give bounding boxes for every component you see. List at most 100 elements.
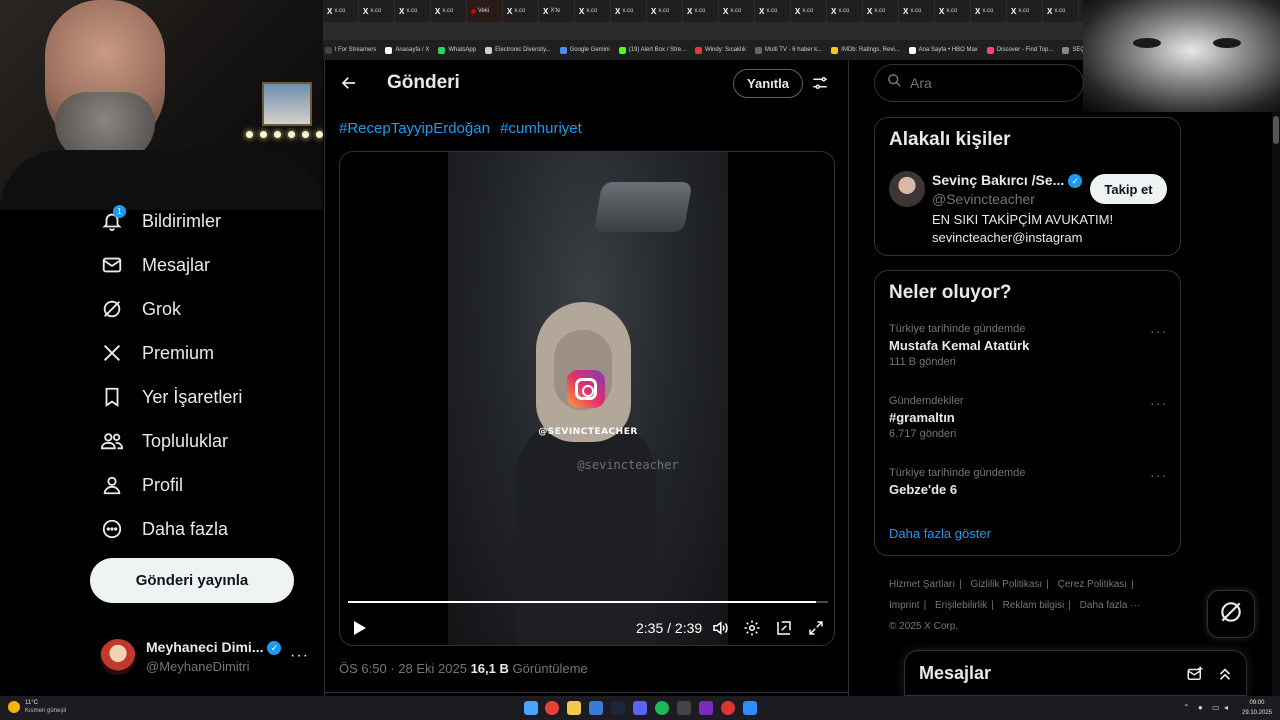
bookmark-item[interactable]: SEÇİM S <box>1062 46 1083 54</box>
weather-widget[interactable]: 11°C Kısmen güneşli <box>8 699 88 717</box>
browser-tab[interactable]: Xx.co <box>899 0 935 22</box>
browser-tab[interactable]: Xx.co <box>647 0 683 22</box>
browser-tab[interactable]: Xx.co <box>503 0 539 22</box>
bookmark-item[interactable]: (19) Alert Box / Stre... <box>618 46 686 54</box>
bookmark-item[interactable]: Multi TV - 6 haber k... <box>755 46 822 54</box>
more-dots-icon[interactable]: ··· <box>1150 395 1167 411</box>
fullscreen-icon[interactable] <box>806 618 826 638</box>
bookmark-item[interactable]: l For Streamers <box>325 46 376 54</box>
post-date[interactable]: 28 Eki 2025 <box>398 661 467 676</box>
steam-icon[interactable] <box>611 701 625 715</box>
browser-tab[interactable]: Xx.co <box>827 0 863 22</box>
hashtag-link[interactable]: #RecepTayyipErdoğan <box>339 120 490 137</box>
avatar[interactable] <box>889 171 925 207</box>
bookmark-item[interactable]: Windy: Sıcaklık <box>695 46 746 54</box>
bookmark-item[interactable]: Discover - Find Top... <box>986 46 1053 54</box>
browser-tab[interactable]: Xx.co <box>971 0 1007 22</box>
post-button[interactable]: Gönderi yayınla <box>90 558 294 603</box>
more-dots-icon[interactable]: ··· <box>290 647 309 665</box>
app-icon[interactable] <box>721 701 735 715</box>
follow-button[interactable]: Takip et <box>1090 174 1167 204</box>
video-progress-bar[interactable] <box>348 601 828 603</box>
browser-tab[interactable]: Xx.co <box>395 0 431 22</box>
nav-communities[interactable]: Topluluklar <box>100 427 228 455</box>
footer-link[interactable]: Imprint <box>889 600 920 611</box>
search-input[interactable] <box>910 75 1070 91</box>
app-icon[interactable] <box>589 701 603 715</box>
show-more-link[interactable]: Daha fazla göster <box>889 526 991 541</box>
footer-link[interactable]: Erişilebilirlik <box>935 600 987 611</box>
account-switcher[interactable]: Meyhaneci Dimi... ✓ @MeyhaneDimitri ··· <box>100 636 310 680</box>
footer-link[interactable]: Gizlilik Politikası <box>971 579 1043 590</box>
browser-tab[interactable]: Xx.co <box>611 0 647 22</box>
grok-floating-button[interactable] <box>1207 590 1255 638</box>
system-clock[interactable]: 09:00 29.10.2025 <box>1238 698 1276 718</box>
browser-tab[interactable]: Xx.co <box>1043 0 1079 22</box>
post-time[interactable]: ÖS 6:50 <box>339 661 387 676</box>
app-icon[interactable] <box>677 701 691 715</box>
browser-tab[interactable]: Xx.co <box>791 0 827 22</box>
play-icon[interactable] <box>350 618 370 638</box>
windows-start-icon[interactable] <box>524 701 538 715</box>
nav-messages[interactable]: Mesajlar <box>100 251 210 279</box>
reply-button[interactable]: Yanıtla <box>733 69 803 98</box>
tray-chevron-icon[interactable]: ⌃ <box>1183 703 1190 712</box>
microphone-icon[interactable]: ● <box>1198 703 1203 712</box>
search-box[interactable] <box>874 64 1084 102</box>
bookmark-item[interactable]: Electronic Diversity... <box>485 46 551 54</box>
trend-item[interactable]: Türkiye tarihinde gündemde Mustafa Kemal… <box>889 323 1167 368</box>
bookmark-item[interactable]: WhatsApp <box>438 46 476 54</box>
browser-tab[interactable]: Xx.co <box>755 0 791 22</box>
browser-tab[interactable]: X X'te <box>539 0 575 22</box>
browser-tab[interactable]: Xx.co <box>1007 0 1043 22</box>
browser-tab[interactable]: Xx.co <box>719 0 755 22</box>
double-chevron-up-icon[interactable] <box>1215 664 1235 684</box>
bookmark-item[interactable]: Google Gemini <box>559 46 610 54</box>
volume-icon[interactable]: ◂ <box>1224 703 1228 712</box>
browser-tab[interactable]: Xx.co <box>683 0 719 22</box>
back-arrow-icon[interactable] <box>337 71 361 95</box>
more-dots-icon[interactable]: ··· <box>1150 323 1167 339</box>
trend-item[interactable]: Türkiye tarihinde gündemde Gebze'de 6 ··… <box>889 467 1167 497</box>
browser-tab[interactable]: Xx.co <box>359 0 395 22</box>
messages-drawer[interactable]: Mesajlar <box>904 650 1247 696</box>
footer-link[interactable]: Daha fazla ··· <box>1080 600 1141 611</box>
browser-tab[interactable]: Xx.co <box>935 0 971 22</box>
nav-more[interactable]: Daha fazla <box>100 515 228 543</box>
nav-profile[interactable]: Profil <box>100 471 183 499</box>
bookmark-item[interactable]: Ana Sayfa • HBO Max <box>908 46 978 54</box>
trend-item[interactable]: Gündemdekiler #gramaltın 6.717 gönderi ·… <box>889 395 1167 440</box>
app-icon[interactable] <box>699 701 713 715</box>
folder-icon[interactable] <box>567 701 581 715</box>
browser-tab[interactable]: Xx.co <box>863 0 899 22</box>
spotify-icon[interactable] <box>655 701 669 715</box>
related-person-handle[interactable]: @Sevincteacher <box>932 191 1035 207</box>
footer-link[interactable]: Reklam bilgisi <box>1003 600 1065 611</box>
chrome-icon[interactable] <box>545 701 559 715</box>
monitor-icon[interactable]: ▭ <box>1212 703 1220 712</box>
sliders-icon[interactable] <box>809 72 831 94</box>
bookmark-item[interactable]: Anasayfa / X <box>385 46 429 54</box>
hashtag-link[interactable]: #cumhuriyet <box>500 120 582 137</box>
nav-grok[interactable]: Grok <box>100 295 181 323</box>
gear-icon[interactable] <box>742 618 762 638</box>
bookmark-item[interactable]: IMDb: Ratings, Revi... <box>831 46 900 54</box>
nav-notifications[interactable]: 1 Bildirimler <box>100 205 221 235</box>
scrollbar[interactable] <box>1272 112 1280 696</box>
browser-tab[interactable]: Xx.co <box>431 0 467 22</box>
picture-in-picture-icon[interactable] <box>774 618 794 638</box>
footer-link[interactable]: Hizmet Şartları <box>889 579 955 590</box>
new-message-icon[interactable] <box>1185 664 1205 684</box>
more-dots-icon[interactable]: ··· <box>1150 467 1167 483</box>
related-person-name-row[interactable]: Sevinç Bakırcı /Se... ✓ <box>932 172 1083 189</box>
browser-tab[interactable]: ■ Veki <box>467 0 503 22</box>
nav-bookmarks[interactable]: Yer İşaretleri <box>100 383 242 411</box>
video-player[interactable]: @SEVINCTEACHER @sevincteacher 2:35 / 2:3… <box>339 151 835 646</box>
app-icon[interactable] <box>743 701 757 715</box>
footer-link[interactable]: Çerez Politikası <box>1058 579 1127 590</box>
volume-icon[interactable] <box>710 618 730 638</box>
discord-icon[interactable] <box>633 701 647 715</box>
browser-tab[interactable]: Xx.co <box>575 0 611 22</box>
browser-tab[interactable]: Xx.co <box>323 0 359 22</box>
nav-premium[interactable]: Premium <box>100 339 214 367</box>
